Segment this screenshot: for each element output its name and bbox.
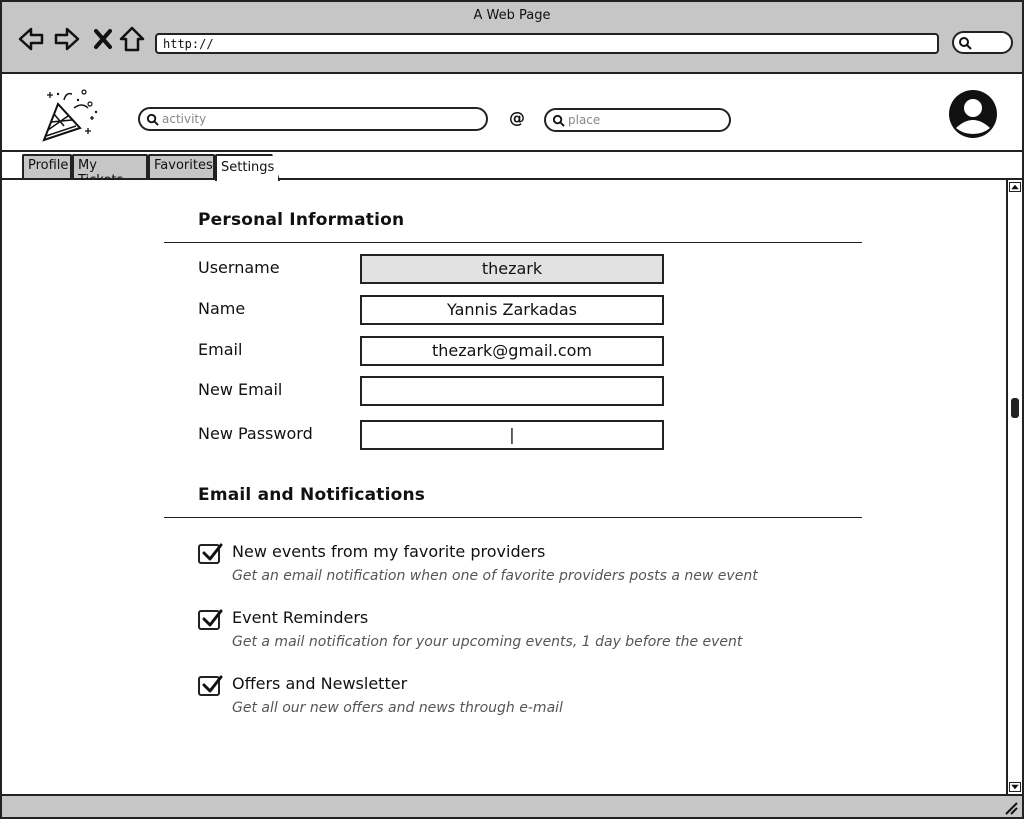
- activity-search-input[interactable]: activity: [138, 107, 488, 131]
- search-icon: [552, 114, 565, 127]
- personal-info-heading: Personal Information: [198, 210, 405, 230]
- new-password-field[interactable]: |: [360, 420, 664, 450]
- offers-newsletter-label: Offers and Newsletter: [232, 674, 408, 693]
- checkmark-icon: [202, 609, 223, 627]
- checkmark-icon: [202, 675, 223, 693]
- tab-my-tickets[interactable]: My Tickets: [72, 154, 148, 188]
- divider: [164, 242, 862, 243]
- place-placeholder: place: [568, 113, 601, 127]
- divider: [164, 517, 862, 518]
- offers-newsletter-checkbox[interactable]: [198, 675, 223, 696]
- notifications-heading: Email and Notifications: [198, 485, 426, 505]
- tab-profile[interactable]: Profile: [22, 154, 72, 178]
- user-avatar-icon[interactable]: [947, 88, 999, 140]
- scroll-up-icon[interactable]: [1009, 182, 1021, 192]
- new-events-label: New events from my favorite providers: [232, 542, 546, 561]
- place-search-input[interactable]: place: [544, 108, 731, 132]
- app-header: activity @ place: [2, 74, 1022, 152]
- tab-bar: Profile My Tickets Favorites Settings: [2, 152, 1022, 188]
- event-reminders-checkbox[interactable]: [198, 609, 223, 630]
- at-separator: @: [509, 108, 525, 127]
- new-events-checkbox[interactable]: [198, 543, 223, 564]
- home-icon[interactable]: [117, 24, 147, 54]
- new-email-field[interactable]: [360, 376, 664, 406]
- back-icon[interactable]: [16, 24, 46, 54]
- search-icon: [959, 37, 972, 50]
- event-reminders-label: Event Reminders: [232, 608, 369, 627]
- scroll-down-icon[interactable]: [1009, 782, 1021, 792]
- new-password-label: New Password: [198, 424, 313, 443]
- checkmark-icon: [202, 543, 223, 561]
- resize-grip-icon[interactable]: [1004, 801, 1018, 815]
- url-bar[interactable]: http://: [155, 33, 939, 54]
- browser-window: A Web Page http:// activity @ place Prof…: [0, 0, 1024, 819]
- email-label: Email: [198, 340, 243, 359]
- tab-settings[interactable]: Settings: [215, 154, 280, 181]
- event-reminders-description: Get a mail notification for your upcomin…: [232, 634, 743, 650]
- stop-icon[interactable]: [88, 24, 118, 54]
- vertical-scrollbar[interactable]: [1006, 180, 1022, 794]
- scroll-thumb[interactable]: [1011, 398, 1019, 418]
- settings-panel: Personal Information Username thezark Na…: [2, 180, 1006, 794]
- username-label: Username: [198, 258, 280, 277]
- party-popper-logo[interactable]: [38, 86, 102, 144]
- forward-icon[interactable]: [52, 24, 82, 54]
- tab-favorites[interactable]: Favorites: [148, 154, 215, 178]
- name-label: Name: [198, 299, 246, 318]
- window-title: A Web Page: [473, 8, 551, 23]
- browser-chrome: A Web Page http://: [2, 2, 1022, 74]
- email-field[interactable]: thezark@gmail.com: [360, 336, 664, 366]
- status-bar: [2, 794, 1022, 817]
- offers-newsletter-description: Get all our new offers and news through …: [232, 700, 563, 716]
- search-icon: [146, 113, 159, 126]
- new-email-label: New Email: [198, 380, 283, 399]
- activity-placeholder: activity: [162, 112, 207, 126]
- browser-search-field[interactable]: [952, 31, 1013, 54]
- new-events-description: Get an email notification when one of fa…: [232, 568, 758, 584]
- username-field: thezark: [360, 254, 664, 284]
- name-field[interactable]: Yannis Zarkadas: [360, 295, 664, 325]
